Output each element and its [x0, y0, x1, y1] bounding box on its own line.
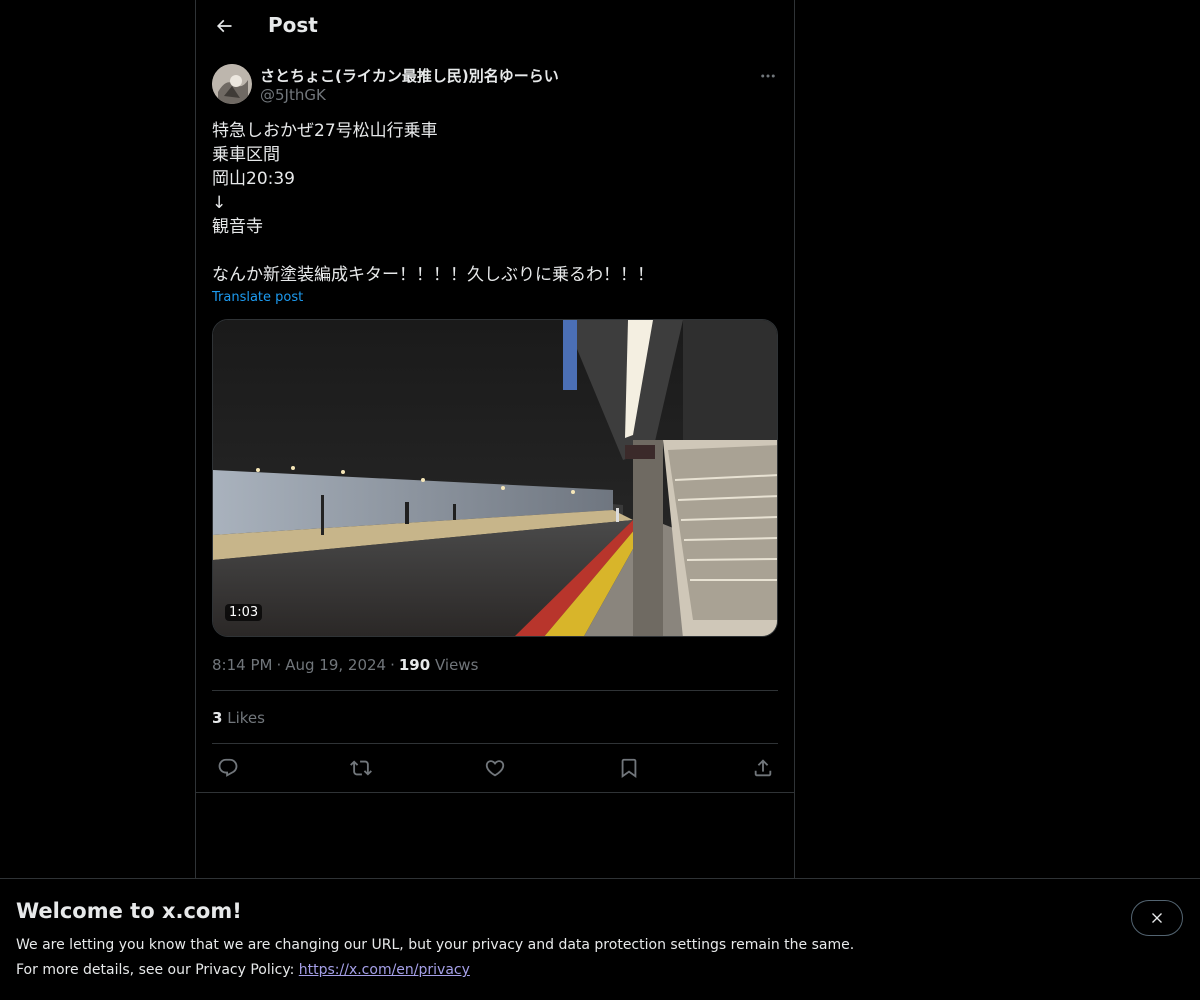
likes-count: 3 [212, 709, 223, 727]
like-button[interactable] [479, 752, 511, 784]
divider [212, 743, 778, 744]
avatar-image [212, 64, 252, 104]
divider [212, 690, 778, 691]
views-label: Views [434, 656, 479, 674]
post-text: 特急しおかぜ27号松山行乗車 乗車区間 岡山20:39 ↓ 観音寺 なんか新塗装… [212, 121, 654, 285]
post-meta: 8:14 PM · Aug 19, 2024 · 190 Views [212, 656, 479, 674]
privacy-policy-link[interactable]: https://x.com/en/privacy [299, 962, 470, 978]
arrow-left-icon [216, 19, 232, 33]
divider [196, 792, 794, 793]
video-duration: 1:03 [225, 604, 263, 621]
banner-message: We are letting you know that we are chan… [16, 937, 855, 953]
repost-button[interactable] [345, 752, 377, 784]
like-icon [485, 760, 505, 777]
welcome-banner: Welcome to x.com! We are letting you kno… [0, 878, 1200, 1000]
banner-title: Welcome to x.com! [16, 899, 242, 923]
views-count: 190 [398, 656, 431, 674]
post-date[interactable]: Aug 19, 2024 [285, 656, 386, 674]
post-time[interactable]: 8:14 PM [212, 656, 272, 674]
more-icon [761, 74, 775, 78]
reply-button[interactable] [212, 752, 244, 784]
share-icon [754, 759, 772, 777]
back-button[interactable] [206, 8, 242, 44]
avatar[interactable] [212, 64, 252, 104]
video-player[interactable]: 1:03 [212, 319, 778, 637]
banner-privacy-prefix: For more details, see our Privacy Policy… [16, 962, 299, 978]
likes-stat[interactable]: 3 Likes [212, 709, 265, 727]
bookmark-button[interactable] [613, 752, 645, 784]
post-column: Post さとちょこ(ライカン最推し民)別名ゆーらい @5JthGK 特急しおか… [195, 0, 795, 878]
page-header: Post [196, 0, 794, 53]
action-bar [212, 752, 778, 784]
close-icon [1152, 913, 1162, 923]
likes-label: Likes [227, 709, 265, 727]
repost-icon [350, 760, 372, 776]
video-thumbnail [213, 320, 777, 636]
banner-privacy-line: For more details, see our Privacy Policy… [16, 962, 470, 978]
close-banner-button[interactable] [1131, 900, 1183, 936]
share-button[interactable] [747, 752, 779, 784]
translate-post-link[interactable]: Translate post [212, 290, 303, 305]
reply-icon [218, 758, 238, 777]
page-title: Post [268, 13, 318, 37]
author-handle[interactable]: @5JthGK [260, 86, 326, 104]
more-options-button[interactable] [756, 64, 780, 88]
author-display-name[interactable]: さとちょこ(ライカン最推し民)別名ゆーらい [260, 65, 559, 86]
bookmark-icon [621, 758, 637, 779]
